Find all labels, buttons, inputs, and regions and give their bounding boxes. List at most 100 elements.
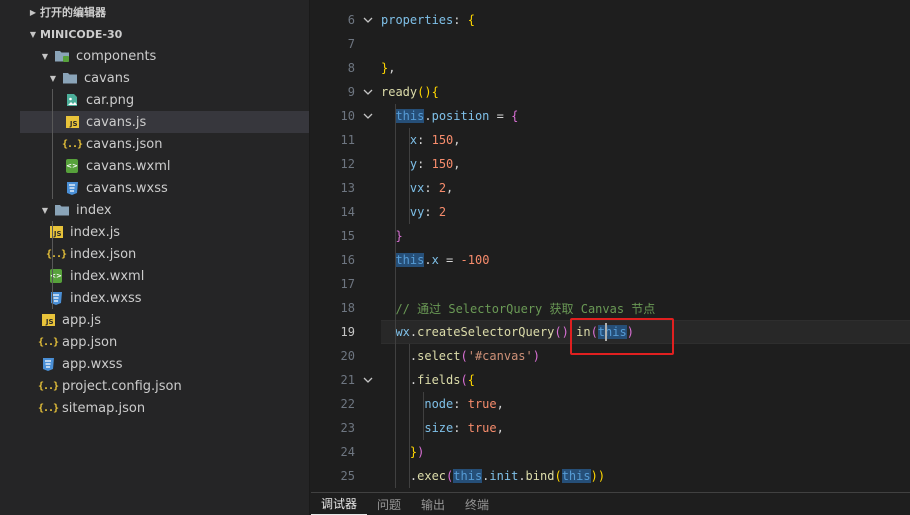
wxss-file-icon: [40, 356, 56, 372]
wxss-file-icon: [64, 180, 80, 196]
code-token: {: [467, 13, 475, 27]
code-token: size: [424, 421, 454, 435]
code-text: }): [381, 445, 424, 459]
fold-chevron-icon[interactable]: [355, 377, 381, 383]
code-token: -100: [460, 253, 490, 267]
wxml-file-icon: <>: [48, 268, 64, 284]
code-token: =: [438, 253, 461, 267]
line-number: 10: [340, 109, 355, 123]
line-number: 19: [340, 325, 355, 339]
code-token: (){: [417, 85, 439, 99]
line-number: 12: [340, 157, 355, 171]
code-text: vx: 2,: [381, 181, 453, 195]
fold-chevron-icon[interactable]: [355, 113, 381, 119]
tree-item[interactable]: JS index.js: [20, 221, 309, 243]
fold-chevron-icon[interactable]: [355, 17, 381, 23]
line-number: 11: [340, 133, 355, 147]
code-line: 21 .fields({: [311, 368, 910, 392]
tree-item[interactable]: index.wxss: [20, 287, 309, 309]
code-token: :: [417, 133, 432, 147]
code-token: exec: [417, 469, 447, 483]
indent-guide: [423, 392, 424, 440]
tree-item-label: components: [76, 48, 157, 64]
tree-item-label: app.json: [62, 334, 118, 350]
tree-item[interactable]: car.png: [20, 89, 309, 111]
code-token: (: [460, 349, 468, 363]
code-token: node: [424, 397, 454, 411]
tree-item[interactable]: JS app.js: [20, 309, 309, 331]
code-token: true: [467, 421, 497, 435]
tab-debugger[interactable]: 调试器: [311, 493, 368, 515]
line-number: 24: [340, 445, 355, 459]
line-number: 20: [340, 349, 355, 363]
code-line: 23 size: true,: [311, 416, 910, 440]
code-line: 6 properties: {: [311, 8, 910, 32]
code-line: 25 .exec(this.init.bind(this)): [311, 464, 910, 488]
tree-item[interactable]: app.wxss: [20, 353, 309, 375]
folder-icon: [54, 48, 70, 64]
line-number: 7: [347, 37, 355, 51]
line-number: 16: [340, 253, 355, 267]
tree-item-label: cavans: [84, 70, 130, 86]
tree-item[interactable]: {..} project.config.json: [20, 375, 309, 397]
folder-icon: [62, 70, 78, 86]
tab-output[interactable]: 输出: [411, 493, 455, 515]
code-text: ready(){: [381, 85, 439, 99]
code-token: {: [511, 109, 519, 123]
project-name-label: MINICODE-30: [40, 27, 123, 41]
tree-item[interactable]: <> index.wxml: [20, 265, 309, 287]
indent-guide: [409, 128, 410, 224]
line-number: 23: [340, 421, 355, 435]
chevron-down-icon: ▼: [29, 29, 37, 39]
line-number: 13: [340, 181, 355, 195]
json-file-icon: {..}: [45, 248, 67, 260]
tree-item[interactable]: {..} app.json: [20, 331, 309, 353]
code-token: position: [431, 109, 490, 123]
line-number: 15: [340, 229, 355, 243]
tree-item[interactable]: JS cavans.js: [20, 111, 309, 133]
tab-terminal[interactable]: 终端: [455, 493, 499, 515]
code-text: x: 150,: [381, 133, 461, 147]
line-number: 22: [340, 397, 355, 411]
code-token: ,: [453, 133, 461, 147]
code-token: ): [532, 349, 540, 363]
code-token: ,: [446, 181, 454, 195]
tree-item[interactable]: {..} sitemap.json: [20, 397, 309, 419]
code-line: 15 }: [311, 224, 910, 248]
code-token: (): [554, 325, 569, 339]
code-line: 14 vy: 2: [311, 200, 910, 224]
code-token: ,: [496, 397, 504, 411]
image-file-icon: [64, 92, 80, 108]
tree-item[interactable]: ▼ components: [20, 45, 309, 67]
code-token: :: [453, 13, 468, 27]
tree-item-label: cavans.json: [86, 136, 163, 152]
chevron-down-icon: ▼: [49, 73, 57, 83]
code-token: .: [381, 373, 418, 387]
tree-item[interactable]: cavans.wxss: [20, 177, 309, 199]
tree-item[interactable]: {..} cavans.json: [20, 133, 309, 155]
tree-item[interactable]: {..} index.json: [20, 243, 309, 265]
fold-chevron-icon[interactable]: [355, 89, 381, 95]
project-section-header[interactable]: ▼ MINICODE-30: [0, 23, 309, 45]
tree-item[interactable]: ▼ index: [20, 199, 309, 221]
code-text: }: [381, 229, 402, 243]
code-token: {: [467, 373, 475, 387]
tree-item[interactable]: ▼ cavans: [20, 67, 309, 89]
tab-problems[interactable]: 问题: [367, 493, 411, 515]
code-token: ,: [388, 61, 396, 75]
code-token: :: [453, 421, 468, 435]
wxml-file-icon: <>: [64, 158, 80, 174]
code-token: vy: [409, 205, 425, 219]
line-number: 8: [347, 61, 355, 75]
code-token: 2: [438, 181, 447, 195]
open-editors-label: 打开的编辑器: [40, 6, 106, 19]
tree-item[interactable]: <> cavans.wxml: [20, 155, 309, 177]
code-editor[interactable]: 6 properties: {7 8}, 9 ready(){10 this.posit…: [311, 0, 910, 492]
open-editors-section-header[interactable]: ▶ 打开的编辑器: [0, 1, 309, 23]
red-highlight-box: [570, 318, 674, 355]
code-token: .: [381, 349, 418, 363]
code-line: 22 node: true,: [311, 392, 910, 416]
